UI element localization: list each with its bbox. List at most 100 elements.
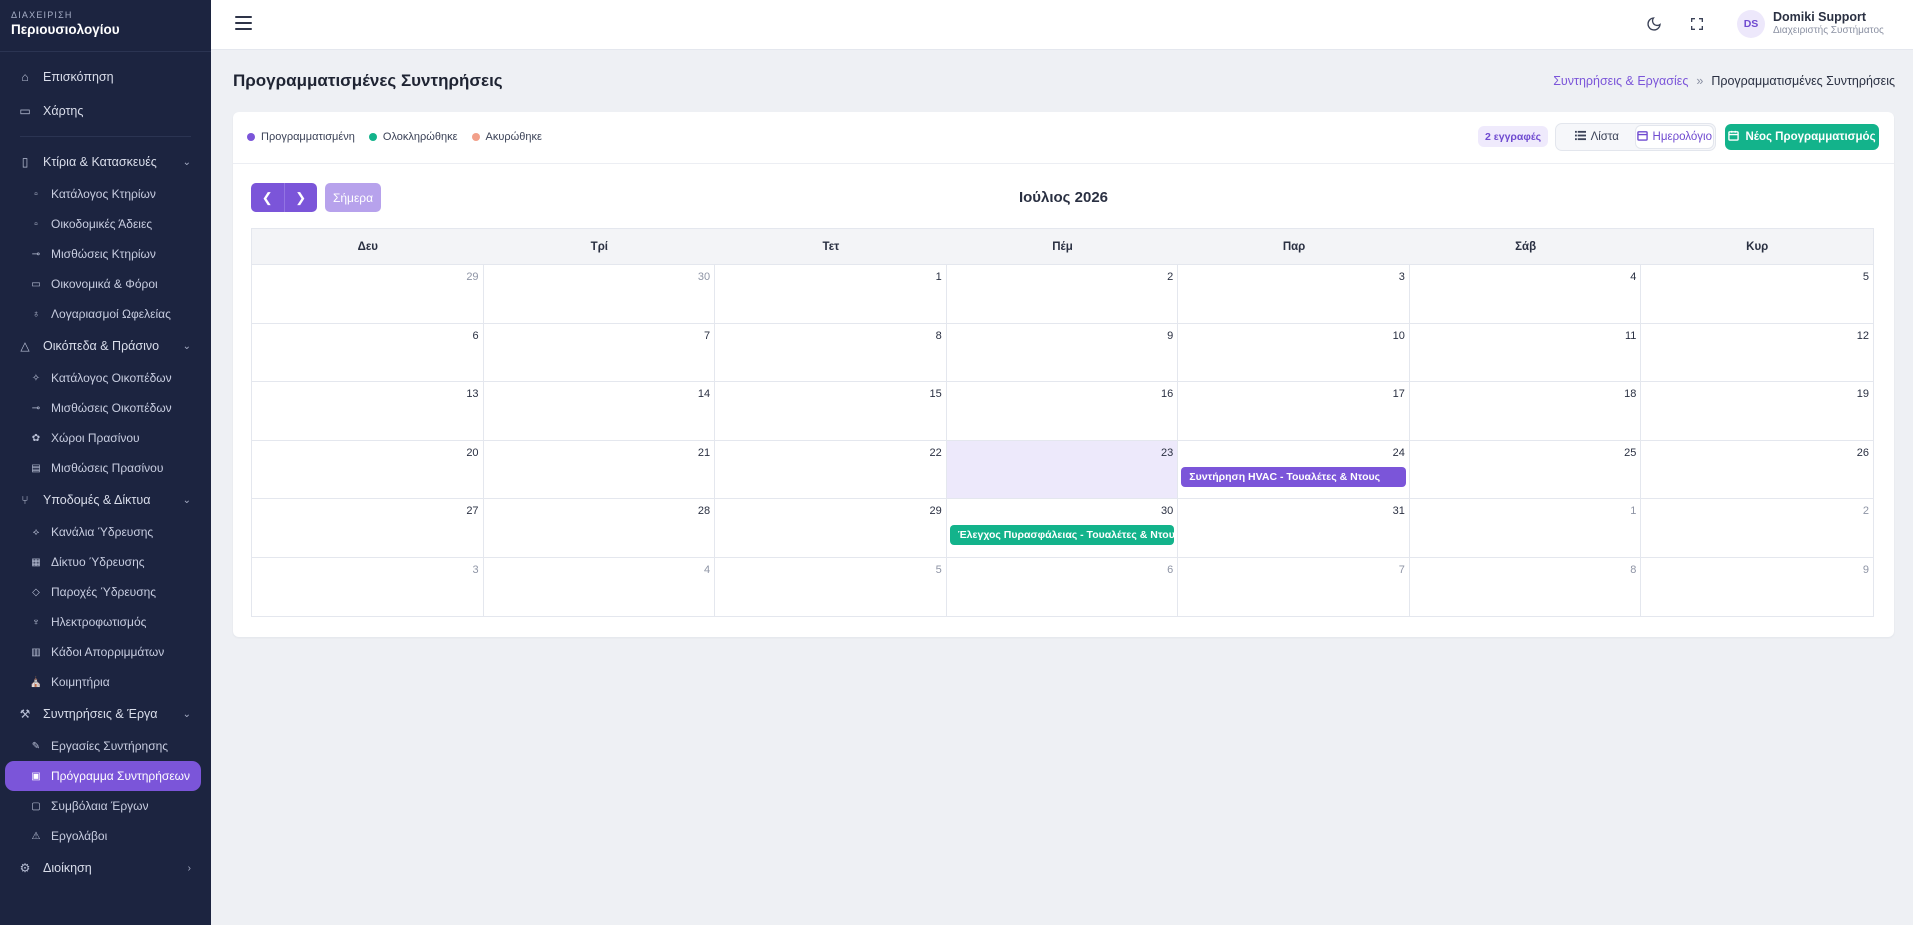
sidebar-item-μισθώσεις-κτηρίων[interactable]: ⊸ Μισθώσεις Κτηρίων: [0, 239, 211, 269]
day-cell[interactable]: 29: [715, 499, 947, 558]
user-name[interactable]: Domiki Support: [1773, 10, 1866, 24]
day-cell[interactable]: 7: [483, 323, 716, 382]
sidebar-item-υποδομές-δίκτυα[interactable]: ⑂ Υποδομές & Δίκτυα ⌄: [0, 483, 211, 517]
day-cell[interactable]: 13: [252, 382, 484, 441]
day-cell[interactable]: 3: [1178, 265, 1410, 324]
sidebar-item-χώροι-πρασίνου[interactable]: ✿ Χώροι Πρασίνου: [0, 423, 211, 453]
sidebar-item-χάρτης[interactable]: ▭ Χάρτης: [0, 94, 211, 128]
sidebar-item-κάδοι-απορριμμάτων[interactable]: ▥ Κάδοι Απορριμμάτων: [0, 637, 211, 667]
day-cell[interactable]: 16: [946, 382, 1179, 441]
sidebar-item-label: Λογαριασμοί Ωφελείας: [51, 307, 171, 321]
status-dot-icon: [247, 133, 255, 141]
day-cell[interactable]: 24 Συντήρηση HVAC - Τουαλέτες & Ντους: [1178, 440, 1410, 499]
sidebar-item-πρόγραμμα-συντηρήσεων[interactable]: ▣ Πρόγραμμα Συντηρήσεων: [5, 761, 201, 791]
avatar[interactable]: DS: [1737, 10, 1765, 38]
day-cell[interactable]: 25: [1409, 440, 1642, 499]
day-number: 29: [929, 505, 942, 517]
day-number: 19: [1856, 388, 1869, 400]
day-cell[interactable]: 4: [484, 557, 716, 616]
day-cell[interactable]: 1: [715, 265, 947, 324]
day-cell[interactable]: 7: [1178, 557, 1410, 616]
sidebar-item-εργασίες-συντήρησης[interactable]: ✎ Εργασίες Συντήρησης: [0, 731, 211, 761]
sub-item-icon: ✿: [31, 432, 41, 444]
day-cell[interactable]: 19: [1641, 382, 1873, 441]
sidebar-item-λογαριασμοί-ωφελείας[interactable]: ♁ Λογαριασμοί Ωφελείας: [0, 299, 211, 329]
sidebar-item-label: Εργασίες Συντήρησης: [51, 739, 169, 753]
sidebar-item-οικοδομικές-άδειες[interactable]: ▫ Οικοδομικές Άδειες: [0, 209, 211, 239]
sidebar-item-label: Οικόπεδα & Πράσινο: [43, 339, 160, 353]
new-schedule-button[interactable]: Νέος Προγραμματισμός: [1725, 124, 1879, 150]
chevron-down-icon: ⌄: [182, 340, 191, 352]
sub-item-icon: ▤: [31, 462, 41, 474]
sidebar-item-παροχές-ύδρευσης[interactable]: ◇ Παροχές Ύδρευσης: [0, 577, 211, 607]
day-cell[interactable]: 28: [483, 499, 716, 558]
sidebar-item-κατάλογος-κτηρίων[interactable]: ▫ Κατάλογος Κτηρίων: [0, 179, 211, 209]
day-cell[interactable]: 3: [252, 557, 484, 616]
day-cell[interactable]: 22: [715, 440, 947, 499]
legend-item: Προγραμματισμένη: [247, 131, 355, 143]
day-number: 2: [1167, 271, 1174, 283]
sidebar-item-μισθώσεις-πρασίνου[interactable]: ▤ Μισθώσεις Πρασίνου: [0, 453, 211, 483]
list-view-button[interactable]: Λίστα: [1558, 126, 1636, 148]
sidebar-item-κανάλια-ύδρευσης[interactable]: ⟡ Κανάλια Ύδρευσης: [0, 517, 211, 547]
day-cell[interactable]: 10: [1178, 323, 1410, 382]
month-title: Ιούλιος 2026: [1018, 189, 1109, 206]
day-cell[interactable]: 23: [946, 440, 1179, 499]
day-cell[interactable]: 27: [252, 499, 484, 558]
sidebar-item-κοιμητήρια[interactable]: ⛪ Κοιμητήρια: [0, 667, 211, 697]
sidebar-item-label: Κοιμητήρια: [51, 675, 110, 689]
day-cell[interactable]: 5: [715, 557, 947, 616]
calendar-event[interactable]: Συντήρηση HVAC - Τουαλέτες & Ντους: [1181, 466, 1406, 487]
sidebar-item-label: Κατάλογος Οικοπέδων: [51, 371, 172, 385]
sidebar-item-δίκτυο-ύδρευσης[interactable]: ▦ Δίκτυο Ύδρευσης: [0, 547, 211, 577]
sidebar-item-κατάλογος-οικοπέδων[interactable]: ✧ Κατάλογος Οικοπέδων: [0, 363, 211, 393]
day-cell[interactable]: 20: [252, 440, 484, 499]
brand-main: Περιουσιολογίου: [11, 22, 120, 37]
day-cell[interactable]: 17: [1178, 382, 1410, 441]
day-cell[interactable]: 4: [1409, 265, 1642, 324]
day-cell[interactable]: 8: [715, 323, 947, 382]
day-cell[interactable]: 8: [1410, 557, 1642, 616]
chevron-down-icon: ⌄: [182, 494, 191, 506]
day-cell[interactable]: 18: [1409, 382, 1642, 441]
sidebar-item-συντηρήσεις-έργα[interactable]: ⚒ Συντηρήσεις & Έργα ⌄: [0, 697, 211, 731]
day-number: 5: [935, 563, 942, 576]
sidebar-item-επισκόπηση[interactable]: ⌂ Επισκόπηση: [0, 60, 211, 94]
day-cell[interactable]: 31: [1178, 499, 1410, 558]
day-cell[interactable]: 26: [1641, 441, 1873, 499]
sidebar-item-συμβόλαια-έργων[interactable]: ▢ Συμβόλαια Έργων: [0, 791, 211, 821]
day-cell[interactable]: 6: [252, 323, 484, 382]
day-cell[interactable]: 2: [946, 265, 1179, 324]
day-cell[interactable]: 30: [483, 265, 716, 324]
fullscreen-icon[interactable]: [1687, 14, 1707, 34]
sidebar-item-label: Μισθώσεις Κτηρίων: [51, 247, 156, 261]
sidebar-item-κτίρια-κατασκευές[interactable]: ▯ Κτίρια & Κατασκευές ⌄: [0, 145, 211, 179]
day-cell[interactable]: 29: [252, 265, 484, 324]
calendar-event[interactable]: Έλεγχος Πυρασφάλειας - Τουαλέτες & Ντουζ: [949, 525, 1175, 545]
weekday-label: Κυρ: [1746, 240, 1769, 253]
day-cell[interactable]: 11: [1409, 323, 1642, 382]
day-cell[interactable]: 9: [946, 323, 1179, 382]
breadcrumb-parent-link[interactable]: Συντηρήσεις & Εργασίες: [1553, 74, 1688, 88]
sidebar-item-εργολάβοι[interactable]: ⚠ Εργολάβοι: [0, 821, 211, 851]
day-cell[interactable]: 21: [483, 440, 716, 499]
sidebar-item-ηλεκτροφωτισμός[interactable]: ♆ Ηλεκτροφωτισμός: [0, 607, 211, 637]
day-cell[interactable]: 1: [1409, 499, 1642, 558]
sidebar-item-admin[interactable]: ⚙ Διοίκηση ›: [0, 851, 211, 885]
day-cell[interactable]: 30 Έλεγχος Πυρασφάλειας - Τουαλέτες & Ντο…: [946, 499, 1179, 558]
day-cell[interactable]: 6: [947, 557, 1179, 616]
day-cell[interactable]: 12: [1641, 324, 1873, 382]
calendar-view-button[interactable]: Ημερολόγιο: [1635, 126, 1713, 148]
sidebar-item-οικονομικά-φόροι[interactable]: ▭ Οικονομικά & Φόροι: [0, 269, 211, 299]
sidebar-item-μισθώσεις-οικοπέδων[interactable]: ⊸ Μισθώσεις Οικοπέδων: [0, 393, 211, 423]
calendar-grid: 29 30 1 2 3 4 5 6 7 8 9 10 11 12 13 14 15 16 17 18 19 20 21 22 2…: [252, 265, 1873, 616]
day-cell[interactable]: 14: [483, 382, 716, 441]
day-cell[interactable]: 9: [1641, 558, 1873, 617]
day-cell[interactable]: 15: [715, 382, 947, 441]
day-cell[interactable]: 5: [1641, 265, 1873, 324]
list-icon: [1574, 130, 1586, 144]
sidebar-item-οικόπεδα-πράσινο[interactable]: △ Οικόπεδα & Πράσινο ⌄: [0, 329, 211, 363]
day-cell[interactable]: 2: [1641, 499, 1873, 558]
menu-toggle-icon[interactable]: [235, 16, 252, 30]
moon-icon[interactable]: [1644, 14, 1664, 34]
